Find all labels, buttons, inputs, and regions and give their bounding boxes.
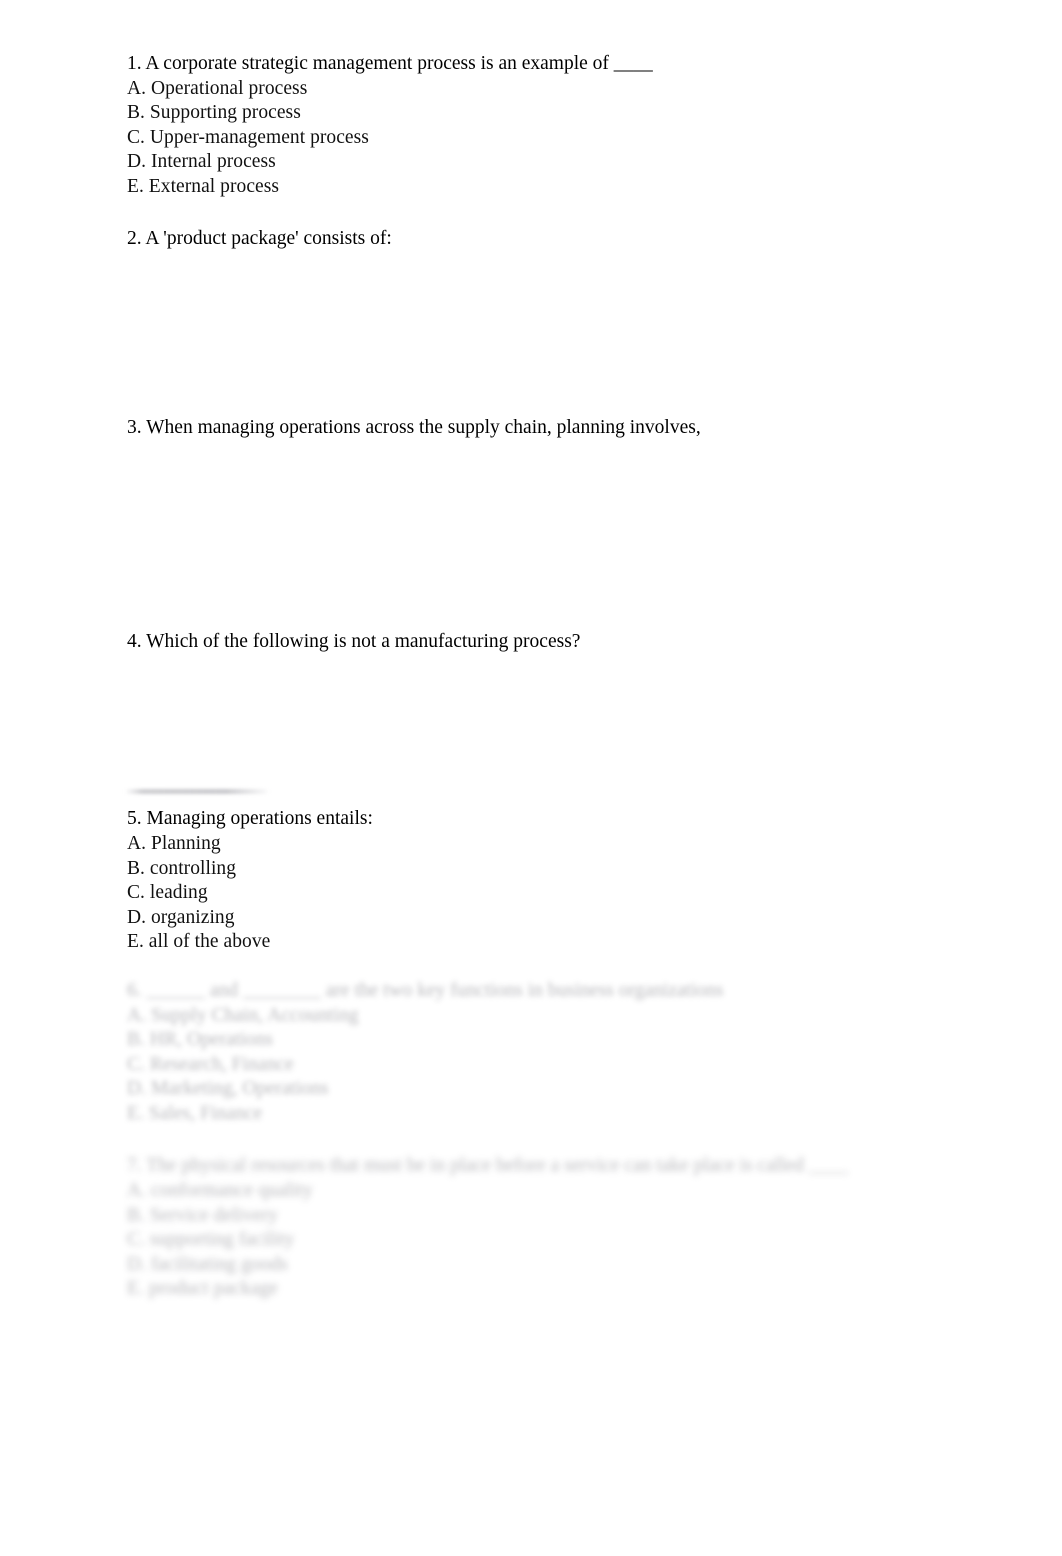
- question-7-stem: 7. The physical resources that must be i…: [127, 1155, 848, 1177]
- answer-space-question-4: [127, 654, 987, 779]
- question-5-option-a[interactable]: A. Planning: [127, 832, 987, 857]
- question-5-option-d[interactable]: D. organizing: [127, 906, 987, 931]
- question-block-6: 6. ______ and ________ are the two key f…: [127, 979, 987, 1127]
- answer-space-question-3: [127, 441, 987, 630]
- spacer-after-question-1: [127, 200, 987, 227]
- question-6-option-a[interactable]: A. Supply Chain, Accounting: [127, 1004, 987, 1029]
- question-block-2: 2. A 'product package' consists of:: [127, 227, 987, 252]
- question-6-option-e[interactable]: E. Sales, Finance: [127, 1102, 987, 1127]
- question-6-option-b[interactable]: B. HR, Operations: [127, 1028, 987, 1053]
- question-7-option-b[interactable]: B. Service delivery: [127, 1204, 987, 1229]
- question-5-option-c[interactable]: C. leading: [127, 881, 987, 906]
- question-1-stem: 1. A corporate strategic management proc…: [127, 53, 653, 74]
- question-block-3: 3. When managing operations across the s…: [127, 416, 987, 441]
- question-2-stem: 2. A 'product package' consists of:: [127, 227, 392, 249]
- question-7-option-e[interactable]: E. product package: [127, 1277, 987, 1302]
- question-5-stem: 5. Managing operations entails:: [127, 808, 373, 830]
- answer-space-question-2: [127, 251, 987, 416]
- document-page: 1. A corporate strategic management proc…: [0, 0, 1062, 1556]
- question-1-option-e[interactable]: E. External process: [127, 175, 987, 200]
- question-7-option-a[interactable]: A. conformance quality: [127, 1179, 987, 1204]
- spacer-before-question-5: [127, 779, 987, 807]
- question-5-option-e[interactable]: E. all of the above: [127, 930, 987, 955]
- question-3-stem: 3. When managing operations across the s…: [127, 417, 701, 439]
- question-1-option-d[interactable]: D. Internal process: [127, 150, 987, 175]
- question-1-option-c[interactable]: C. Upper-management process: [127, 126, 987, 151]
- question-7-option-c[interactable]: C. supporting facility: [127, 1228, 987, 1253]
- question-5-option-b[interactable]: B. controlling: [127, 857, 987, 882]
- question-6-stem: 6. ______ and ________ are the two key f…: [127, 979, 724, 1001]
- question-block-4: 4. Which of the following is not a manuf…: [127, 630, 987, 655]
- question-block-5: 5. Managing operations entails: A. Plann…: [127, 807, 987, 955]
- question-6-option-d[interactable]: D. Marketing, Operations: [127, 1077, 987, 1102]
- question-6-option-c[interactable]: C. Research, Finance: [127, 1053, 987, 1078]
- question-4-stem: 4. Which of the following is not a manuf…: [127, 630, 581, 652]
- spacer-before-question-7: [127, 1126, 987, 1154]
- question-7-option-d[interactable]: D. facilitating goods: [127, 1253, 987, 1278]
- question-1-option-a[interactable]: A. Operational process: [127, 77, 987, 102]
- spacer-before-question-6: [127, 955, 987, 979]
- question-block-1: 1. A corporate strategic management proc…: [127, 52, 987, 200]
- question-block-7: 7. The physical resources that must be i…: [127, 1154, 987, 1302]
- document-body: 1. A corporate strategic management proc…: [127, 52, 987, 1302]
- question-1-option-b[interactable]: B. Supporting process: [127, 101, 987, 126]
